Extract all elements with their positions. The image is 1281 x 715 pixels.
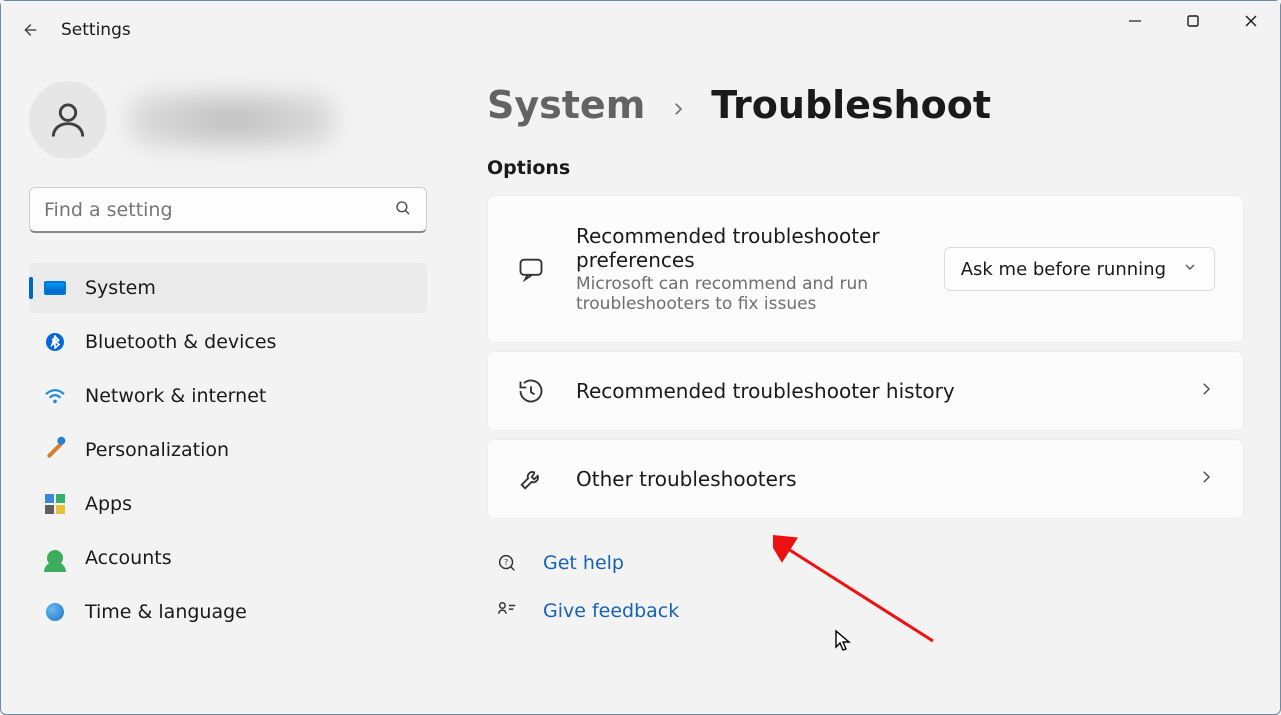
arrow-left-icon [18, 19, 40, 41]
chevron-down-icon [1182, 259, 1198, 280]
sidebar-item-network[interactable]: Network & internet [29, 371, 427, 421]
card-history[interactable]: Recommended troubleshooter history [487, 351, 1244, 431]
grid-icon [43, 492, 67, 516]
breadcrumb-parent[interactable]: System [487, 83, 645, 127]
minimize-icon [1128, 14, 1142, 28]
sidebar: System Bluetooth & devices Network & int… [1, 59, 441, 714]
card-title: Recommended troubleshooter history [576, 379, 1167, 403]
search-box[interactable] [29, 187, 427, 233]
chevron-right-icon [1197, 468, 1215, 490]
window-controls [1106, 1, 1280, 41]
avatar [29, 81, 107, 159]
minimize-button[interactable] [1106, 1, 1164, 41]
sidebar-item-label: System [85, 277, 156, 299]
display-icon [43, 276, 67, 300]
sidebar-item-label: Apps [85, 493, 132, 515]
sidebar-item-label: Accounts [85, 547, 172, 569]
sidebar-item-apps[interactable]: Apps [29, 479, 427, 529]
sidebar-item-label: Bluetooth & devices [85, 331, 276, 353]
section-label: Options [487, 157, 1244, 179]
chevron-right-icon [1197, 380, 1215, 402]
breadcrumb: System Troubleshoot [487, 83, 1244, 127]
card-body: Other troubleshooters [576, 467, 1167, 491]
wifi-icon [43, 384, 67, 408]
sidebar-item-bluetooth[interactable]: Bluetooth & devices [29, 317, 427, 367]
feedback-icon [495, 599, 519, 623]
prefs-select[interactable]: Ask me before running [944, 247, 1215, 291]
page-title: Troubleshoot [711, 83, 991, 127]
maximize-icon [1186, 14, 1200, 28]
sidebar-item-label: Personalization [85, 439, 229, 461]
profile-name-blurred [127, 90, 337, 150]
close-button[interactable] [1222, 1, 1280, 41]
select-value: Ask me before running [961, 259, 1166, 280]
sidebar-item-accounts[interactable]: Accounts [29, 533, 427, 583]
get-help-row[interactable]: ? Get help [487, 539, 1244, 587]
bluetooth-icon [43, 330, 67, 354]
profile-block[interactable] [29, 81, 429, 159]
sidebar-item-label: Time & language [85, 601, 247, 623]
app-title: Settings [61, 20, 131, 40]
card-title: Recommended troubleshooter preferences [576, 224, 914, 272]
search-input[interactable] [44, 199, 394, 221]
nav-list: System Bluetooth & devices Network & int… [29, 263, 429, 637]
help-icon: ? [495, 551, 519, 575]
sidebar-item-personalization[interactable]: Personalization [29, 425, 427, 475]
maximize-button[interactable] [1164, 1, 1222, 41]
paintbrush-icon [43, 438, 67, 462]
svg-text:?: ? [504, 557, 508, 567]
search-icon [394, 199, 412, 221]
globe-clock-icon [43, 600, 67, 624]
sidebar-item-system[interactable]: System [29, 263, 427, 313]
person-account-icon [43, 546, 67, 570]
titlebar: Settings [1, 1, 1280, 59]
sidebar-item-label: Network & internet [85, 385, 266, 407]
get-help-link[interactable]: Get help [543, 552, 624, 574]
card-other-troubleshooters[interactable]: Other troubleshooters [487, 439, 1244, 519]
person-icon [46, 98, 90, 142]
wrench-icon [516, 464, 546, 494]
give-feedback-link[interactable]: Give feedback [543, 600, 679, 622]
give-feedback-row[interactable]: Give feedback [487, 587, 1244, 635]
card-subtitle: Microsoft can recommend and run troubles… [576, 274, 914, 314]
sidebar-item-time-language[interactable]: Time & language [29, 587, 427, 637]
card-body: Recommended troubleshooter preferences M… [576, 224, 914, 314]
card-title: Other troubleshooters [576, 467, 1167, 491]
card-body: Recommended troubleshooter history [576, 379, 1167, 403]
chevron-right-icon [669, 95, 687, 125]
close-icon [1244, 14, 1258, 28]
history-icon [516, 376, 546, 406]
chat-icon [516, 254, 546, 284]
card-recommended-prefs: Recommended troubleshooter preferences M… [487, 195, 1244, 343]
back-button[interactable] [5, 6, 53, 54]
main-content: System Troubleshoot Options Recommended … [441, 59, 1280, 714]
